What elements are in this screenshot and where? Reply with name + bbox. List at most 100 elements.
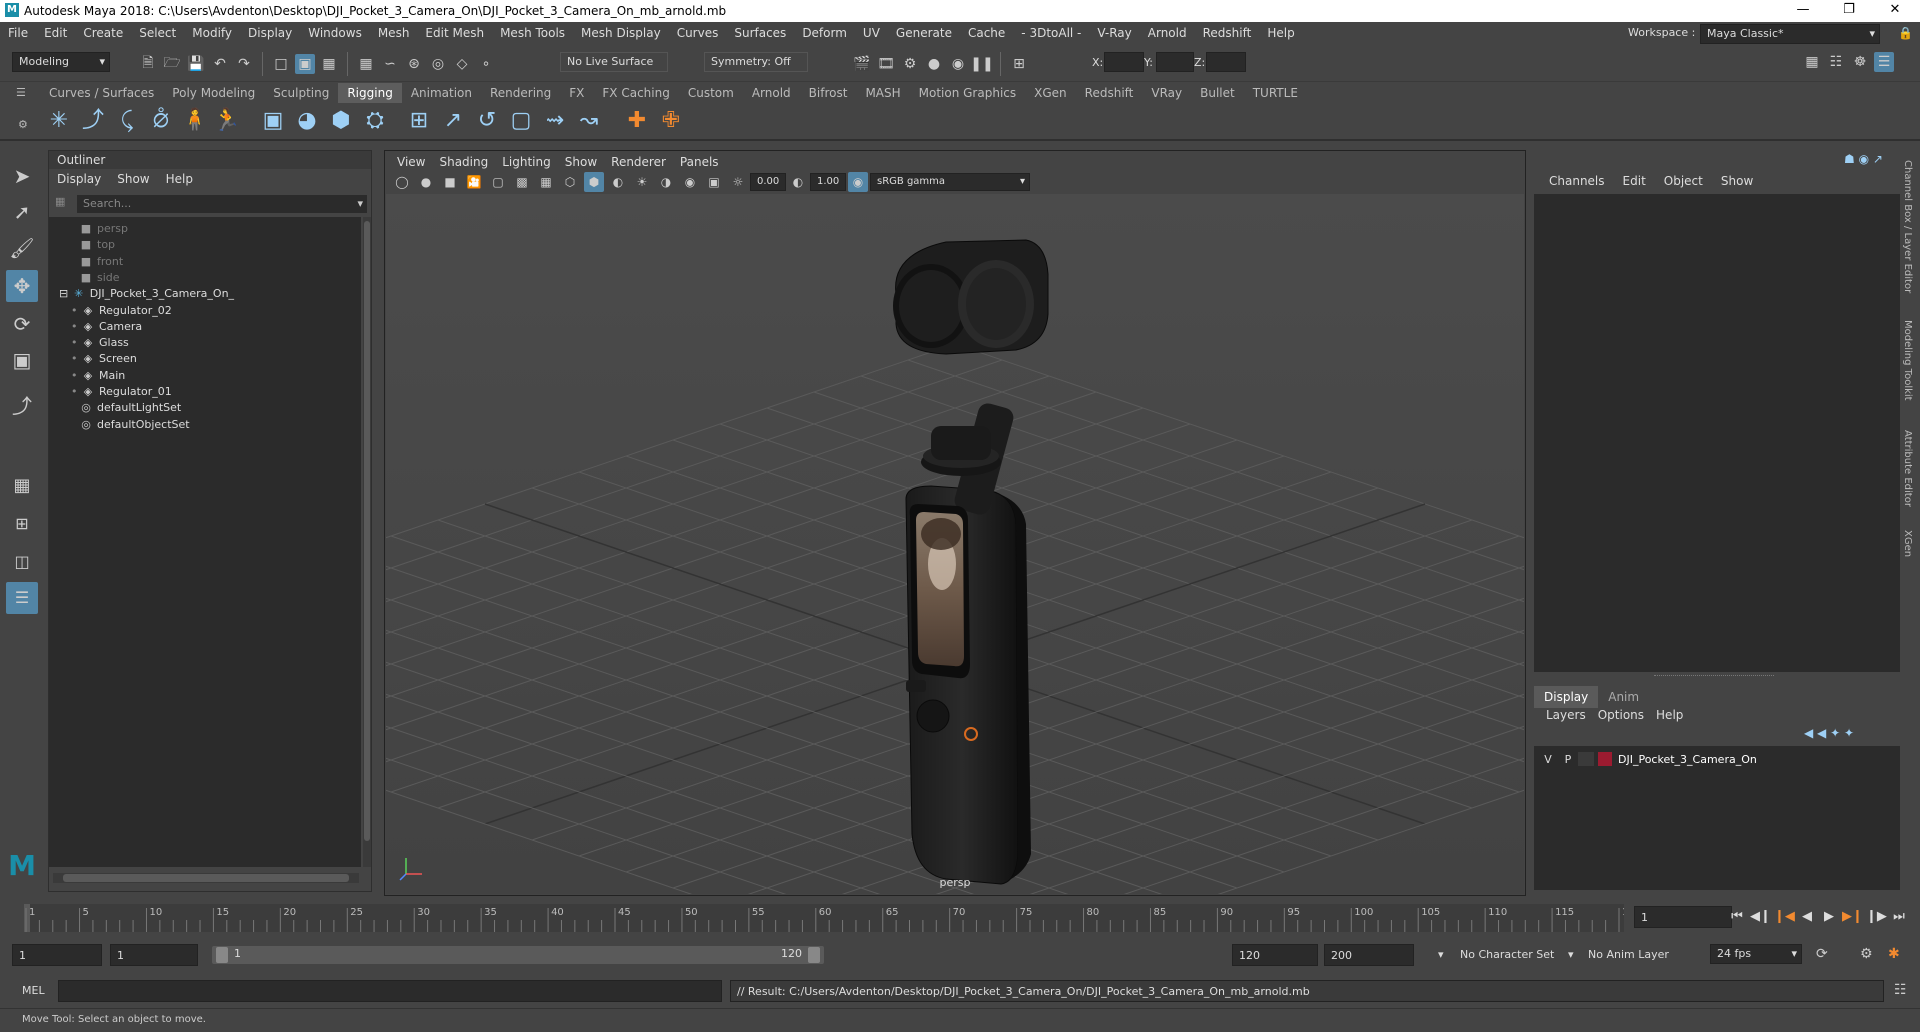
shelf-tab-xgen[interactable]: XGen [1025,83,1076,103]
render-settings-icon[interactable]: ⚙ [900,54,920,74]
play-backward-icon[interactable]: ◀ [1798,906,1816,928]
colorspace-dropdown[interactable]: sRGB gamma ▾ [870,173,1030,191]
lock-icon[interactable]: 🔒 [1898,26,1913,40]
last-tool-icon[interactable]: ⤴ [6,390,38,422]
outliner-vertical-scrollbar[interactable] [363,217,371,867]
bind-skin-icon[interactable]: ▣ [258,106,288,136]
layer-row[interactable]: V P DJI_Pocket_3_Camera_On [1538,750,1896,768]
smooth-shade-icon[interactable]: ⬢ [584,172,604,192]
viewport-menu-panels[interactable]: Panels [673,152,726,172]
menu-redshift[interactable]: Redshift [1195,22,1260,44]
step-forward-frame-icon[interactable]: ▶❙ [1842,906,1863,928]
layer-type-toggle[interactable] [1578,752,1594,766]
channel-menu-channels[interactable]: Channels [1540,170,1614,192]
paint-select-tool-icon[interactable]: 🖌 [6,232,38,264]
range-start-field[interactable]: 1 [12,944,102,966]
menu-windows[interactable]: Windows [300,22,370,44]
textured-icon[interactable]: ◐ [608,172,628,192]
layer-color-swatch[interactable] [1598,752,1612,766]
close-button[interactable]: ✕ [1872,0,1918,22]
menu-curves[interactable]: Curves [669,22,727,44]
paint-weights-icon[interactable]: ◕ [292,106,322,136]
quick-rig-icon[interactable]: 🧍 [180,106,210,136]
select-object-icon[interactable]: ▣ [295,54,315,74]
shelf-tab-bullet[interactable]: Bullet [1191,83,1244,103]
menu-deform[interactable]: Deform [794,22,855,44]
select-component-icon[interactable]: ▦ [319,54,339,74]
locator-plus-icon[interactable]: ✙ [656,106,686,136]
z-field[interactable] [1206,52,1246,72]
menu-help[interactable]: Help [1259,22,1302,44]
locator-icon[interactable]: ✚ [622,106,652,136]
snap-view-icon[interactable]: ◎ [428,54,448,74]
point-constraint-icon[interactable]: ⊞ [404,106,434,136]
menu-edit[interactable]: Edit [36,22,75,44]
channel-menu-object[interactable]: Object [1655,170,1712,192]
channel-box-toolbar-icon[interactable]: ☗ ◉ ↗ [1844,152,1883,166]
menu-generate[interactable]: Generate [888,22,960,44]
anim-end-field[interactable]: 200 [1324,944,1414,966]
save-scene-icon[interactable]: 💾 [186,54,206,74]
menu-arnold[interactable]: Arnold [1140,22,1195,44]
xform-mode-icon[interactable]: ⊞ [1009,54,1029,74]
step-forward-key-icon[interactable]: ❙▶ [1866,906,1887,928]
menu-modify[interactable]: Modify [184,22,240,44]
render-frame-icon[interactable]: 🎬 [852,54,872,74]
isolate-select-icon[interactable]: ◉ [680,172,700,192]
use-lights-icon[interactable]: ☀ [632,172,652,192]
chevron-down-icon[interactable]: ▾ [357,195,363,213]
xray-icon[interactable]: ▣ [704,172,724,192]
layer-buttons-icon[interactable]: ◀​ ◀ ✦ ✦ [1804,726,1854,740]
orient-constraint-icon[interactable]: ↺ [472,106,502,136]
shelf-tab-bifrost[interactable]: Bifrost [800,83,857,103]
ik-spline-icon[interactable]: ⤹ [112,106,142,136]
layer-visibility-toggle[interactable]: V [1538,753,1558,766]
go-to-end-icon[interactable]: ⏭ [1890,906,1908,928]
gamma-field[interactable]: 1.00 [810,173,846,191]
pause-icon[interactable]: ❚❚ [970,54,993,74]
exposure-field[interactable]: 0.00 [750,173,786,191]
channel-menu-edit[interactable]: Edit [1614,170,1655,192]
human-ik-icon[interactable]: 🏃 [212,106,242,136]
character-set-label[interactable]: No Character Set [1460,948,1554,961]
snap-surface-icon[interactable]: ◇ [452,54,472,74]
mirror-joint-icon[interactable]: ⦲ [146,106,176,136]
shelf-tab-animation[interactable]: Animation [402,83,481,103]
shelf-tab-sculpting[interactable]: Sculpting [264,83,338,103]
3d-viewport[interactable]: persp [386,194,1524,894]
shelf-tab-arnold[interactable]: Arnold [743,83,800,103]
menu-set-dropdown[interactable]: Modeling ▾ [12,52,110,72]
menu-mesh[interactable]: Mesh [370,22,418,44]
shelf-menu-icon[interactable]: ☰ [16,86,26,99]
outliner-search-input[interactable]: Search... ▾ [77,195,367,213]
viewport-menu-lighting[interactable]: Lighting [495,152,558,172]
current-frame-field[interactable]: 1 [1634,906,1732,928]
layer-menu-options[interactable]: Options [1592,706,1650,724]
layer-tab-display[interactable]: Display [1534,686,1599,708]
channel-box-icon[interactable]: ☰ [1874,52,1894,72]
tool-settings-icon[interactable]: ☸ [1850,52,1870,72]
shelf-settings-icon[interactable]: ⚙ [18,118,28,131]
maximize-button[interactable]: ❐ [1826,0,1872,22]
side-tab-modeling-toolkit[interactable]: Modeling Toolkit [1902,320,1913,401]
snap-grid-icon[interactable]: ▦ [356,54,376,74]
aim-constraint-icon[interactable]: ↗ [438,106,468,136]
shelf-tab-motion-graphics[interactable]: Motion Graphics [910,83,1026,103]
menu-edit-mesh[interactable]: Edit Mesh [417,22,492,44]
select-camera-icon[interactable]: ◯ [392,172,412,192]
menu-display[interactable]: Display [240,22,300,44]
redo-icon[interactable]: ↷ [234,54,254,74]
cluster-icon[interactable]: ⛭ [360,106,390,136]
menu-v-ray[interactable]: V-Ray [1089,22,1139,44]
ik-handle-icon[interactable]: ⤴ [78,106,108,136]
minimize-button[interactable]: — [1780,0,1826,22]
scale-constraint-icon[interactable]: ▢ [506,106,536,136]
range-inner-start-field[interactable]: 1 [110,944,198,966]
camera-attributes-icon[interactable]: ● [416,172,436,192]
snap-vertex-icon[interactable]: ∘ [476,54,496,74]
side-tab-attribute-editor[interactable]: Attribute Editor [1902,430,1913,507]
layer-playback-toggle[interactable]: P [1558,753,1578,766]
grid-toggle-icon[interactable]: ▦ [536,172,556,192]
range-slider[interactable]: 1 120 [212,946,824,964]
collapse-icon[interactable]: ⊟ [59,287,72,300]
